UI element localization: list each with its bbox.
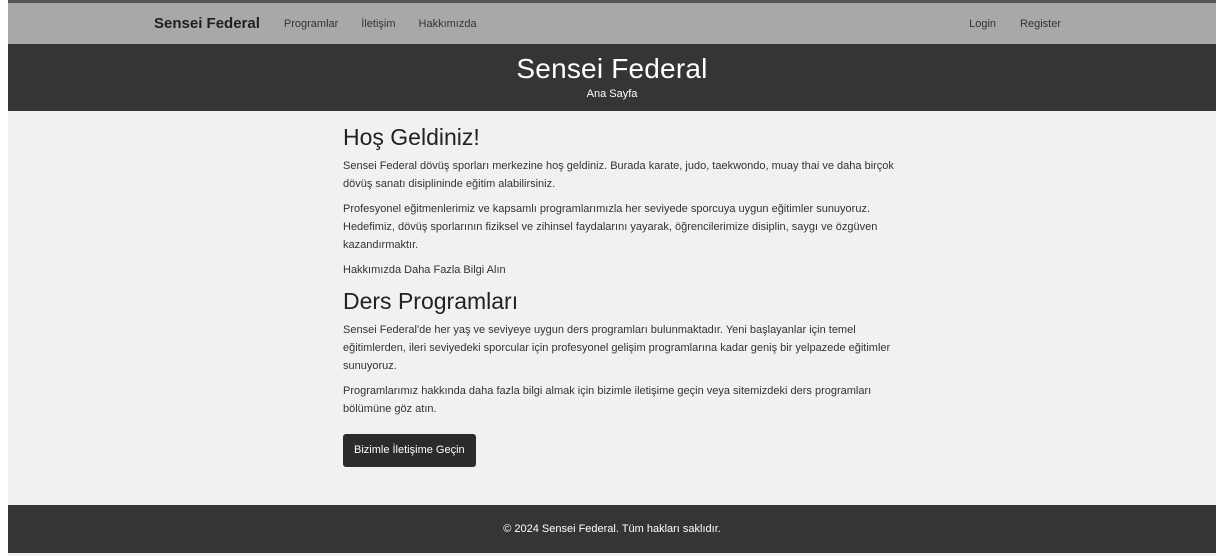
nav-link-programlar[interactable]: Programlar — [284, 18, 338, 30]
login-link[interactable]: Login — [969, 18, 996, 30]
nav-left: Sensei Federal Programlar İletişim Hakkı… — [154, 3, 500, 44]
programs-paragraph-2: Programlarımız hakkında daha fazla bilgi… — [343, 385, 872, 415]
welcome-paragraph-2: Profesyonel eğitmenlerimiz ve kapsamlı p… — [343, 203, 878, 251]
nav-right: Login Register — [945, 3, 1061, 44]
programs-paragraph-1: Sensei Federal'de her yaş ve seviyeye uy… — [343, 324, 891, 372]
nav-link-hakkimizda[interactable]: Hakkımızda — [419, 18, 477, 30]
programs-heading: Ders Programları — [343, 288, 519, 314]
contact-us-button[interactable]: Bizimle İletişime Geçin — [343, 434, 476, 467]
page-frame: Sensei Federal Programlar İletişim Hakkı… — [8, 0, 1216, 556]
welcome-section: Hoş Geldiniz! Sensei Federal dövüş sporl… — [343, 123, 903, 279]
welcome-heading: Hoş Geldiniz! — [343, 124, 480, 150]
navbar: Sensei Federal Programlar İletişim Hakkı… — [8, 3, 1216, 44]
register-link[interactable]: Register — [1020, 18, 1061, 30]
hero-subtitle: Ana Sayfa — [586, 88, 638, 100]
hero-header: Sensei Federal Ana Sayfa — [8, 44, 1216, 111]
footer: © 2024 Sensei Federal. Tüm hakları saklı… — [8, 505, 1216, 553]
footer-copyright: © 2024 Sensei Federal. Tüm hakları saklı… — [503, 523, 721, 535]
programs-section: Ders Programları Sensei Federal'de her y… — [343, 287, 903, 467]
welcome-paragraph-1: Sensei Federal dövüş sporları merkezine … — [343, 160, 894, 190]
nav-link-iletisim[interactable]: İletişim — [361, 18, 395, 30]
hero-title: Sensei Federal — [516, 53, 708, 84]
about-more-link[interactable]: Hakkımızda Daha Fazla Bilgi Alın — [343, 261, 903, 279]
brand-link[interactable]: Sensei Federal — [154, 15, 260, 32]
main-content: Hoş Geldiniz! Sensei Federal dövüş sporl… — [343, 123, 903, 467]
